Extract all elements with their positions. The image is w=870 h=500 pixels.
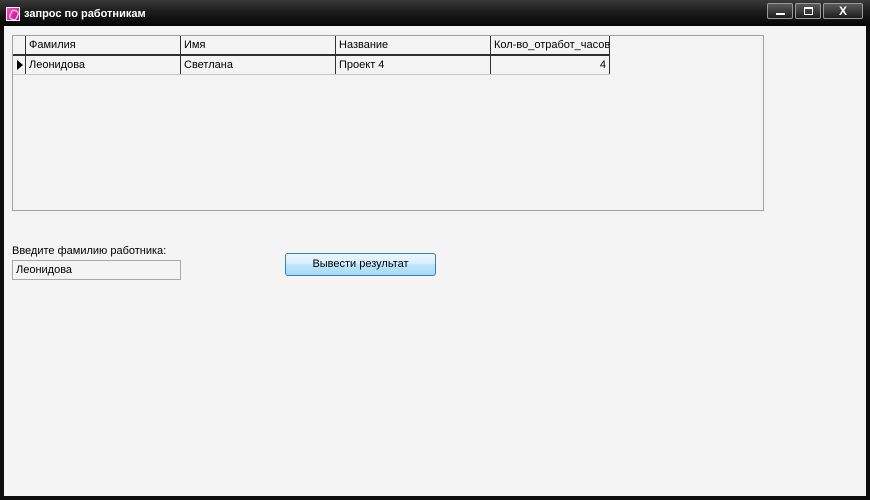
window-title: запрос по работникам xyxy=(24,8,146,20)
surname-input[interactable] xyxy=(12,260,181,280)
cell-hours[interactable]: 4 xyxy=(491,56,610,74)
surname-label: Введите фамилию работника: xyxy=(12,245,167,257)
minimize-icon xyxy=(776,13,785,15)
title-bar[interactable]: запрос по работникам X xyxy=(0,0,870,26)
row-indicator-cell[interactable] xyxy=(13,56,26,74)
cell-surname[interactable]: Леонидова xyxy=(26,56,181,74)
header-indicator-cell xyxy=(13,36,26,54)
column-header-hours[interactable]: Кол-во_отработ_часов xyxy=(491,36,610,54)
column-header-name[interactable]: Имя xyxy=(181,36,336,54)
maximize-icon xyxy=(804,7,813,15)
close-button[interactable]: X xyxy=(823,3,863,19)
close-icon: X xyxy=(838,4,847,18)
results-grid[interactable]: Фамилия Имя Название Кол-во_отработ_часо… xyxy=(12,35,764,211)
cell-project[interactable]: Проект 4 xyxy=(336,56,491,74)
cell-name[interactable]: Светлана xyxy=(181,56,336,74)
client-area: Фамилия Имя Название Кол-во_отработ_часо… xyxy=(4,26,866,496)
show-result-button[interactable]: Вывести результат xyxy=(285,253,436,276)
minimize-button[interactable] xyxy=(767,3,793,19)
column-header-surname[interactable]: Фамилия xyxy=(26,36,181,54)
column-header-project[interactable]: Название xyxy=(336,36,491,54)
app-icon xyxy=(6,7,20,21)
grid-header: Фамилия Имя Название Кол-во_отработ_часо… xyxy=(13,36,610,56)
maximize-button[interactable] xyxy=(795,3,821,19)
row-pointer-icon xyxy=(17,60,23,70)
query-window: запрос по работникам X Фамилия Имя Назва… xyxy=(0,0,870,500)
table-row[interactable]: Леонидова Светлана Проект 4 4 xyxy=(13,56,610,75)
